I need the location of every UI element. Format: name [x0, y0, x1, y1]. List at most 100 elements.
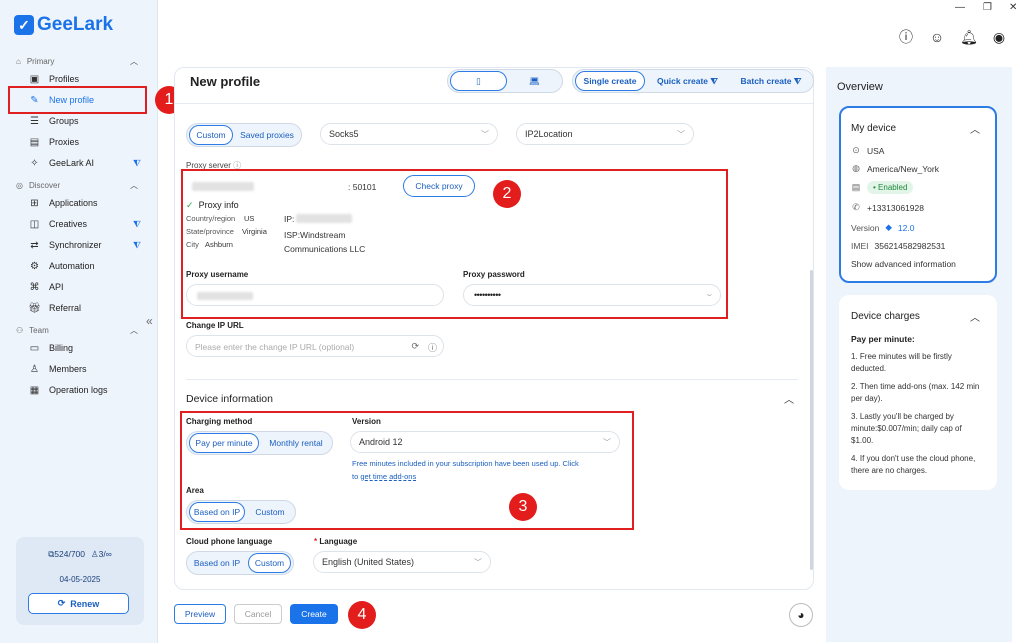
- page-title: New profile: [190, 74, 261, 89]
- change-ip-input[interactable]: Please enter the change IP URL (optional…: [186, 335, 444, 357]
- info-icon[interactable]: ⓘ: [428, 341, 437, 354]
- sidebar-item-groups[interactable]: ☰ Groups: [29, 112, 141, 130]
- cloud-phone-language-label: Cloud phone language: [186, 537, 273, 546]
- annotation-badge-4: 4: [348, 601, 376, 629]
- device-country: ⊙ USA: [852, 145, 885, 156]
- annotation-badge-3: 3: [509, 493, 537, 521]
- language-based-on-ip[interactable]: Based on IP: [189, 553, 245, 573]
- funnel-icon: ⧨: [710, 75, 718, 86]
- minimize-icon[interactable]: —: [955, 2, 965, 13]
- logs-icon: ▦: [29, 384, 40, 396]
- collapse-section-icon[interactable]: ︿: [784, 391, 794, 406]
- automation-icon: ⚙: [30, 260, 39, 272]
- device-timezone: ◍ America/New_York: [852, 163, 939, 174]
- proxy-protocol-select[interactable]: Socks5 ﹀: [320, 123, 498, 145]
- section-primary[interactable]: ⌂ Primary ︿: [16, 56, 138, 67]
- funnel-icon: ⧨: [132, 218, 141, 229]
- charges-item-4: 4. If you don't use the cloud phone, the…: [851, 454, 976, 475]
- phone-view-tab[interactable]: ▯: [450, 71, 507, 91]
- sidebar-item-referral[interactable]: 🎁︎ Referral: [28, 299, 141, 317]
- chevron-up-icon: ︿: [130, 326, 138, 335]
- geelark-logo: ✓ GeeLark: [14, 14, 113, 36]
- language-custom[interactable]: Custom: [248, 553, 291, 573]
- globe-icon: ◍: [852, 163, 860, 173]
- annotation-box-1: [8, 86, 147, 114]
- annotation-badge-2: 2: [493, 180, 521, 208]
- proxy-icon: ▤: [29, 136, 40, 148]
- members-icon: ♙: [30, 363, 39, 375]
- bell-icon[interactable]: 🔔︎: [960, 28, 978, 46]
- ip-checker-select[interactable]: IP2Location ﹀: [516, 123, 694, 145]
- android-icon: ◆: [885, 222, 892, 232]
- renew-button[interactable]: ⟳ Renew: [28, 593, 129, 614]
- cancel-button[interactable]: Cancel: [234, 604, 282, 624]
- logo-mark-icon: ✓: [14, 15, 34, 35]
- sidebar-item-synchronizer[interactable]: ⇄ Synchronizer ⧨: [29, 236, 141, 254]
- section-discover[interactable]: ◎ Discover ︿: [16, 180, 138, 191]
- app-name: GeeLark: [37, 14, 114, 35]
- sidebar-item-creatives[interactable]: ◫ Creatives ⧨: [29, 215, 141, 233]
- section-team[interactable]: ⚇ Team ︿: [16, 325, 138, 336]
- creatives-icon: ◫: [29, 218, 40, 230]
- sidebar-item-billing[interactable]: ▭ Billing: [29, 339, 141, 357]
- close-window-icon[interactable]: ✕: [1009, 2, 1017, 13]
- location-icon: ⊙: [852, 145, 860, 155]
- collapse-device-icon[interactable]: ︿: [970, 121, 980, 136]
- user-avatar-icon[interactable]: ◉: [990, 28, 1008, 46]
- device-info-title: Device information: [186, 393, 273, 405]
- refresh-icon[interactable]: ⟳: [411, 341, 419, 352]
- device-charges-title: Device charges: [851, 311, 920, 322]
- tab-batch-create[interactable]: Batch create ⧨: [732, 71, 810, 91]
- language-select[interactable]: English (United States) ﹀: [313, 551, 491, 573]
- proxy-type-custom[interactable]: Custom: [189, 125, 233, 145]
- annotation-box-2: [181, 169, 728, 319]
- tab-quick-create[interactable]: Quick create ⧨: [650, 71, 725, 91]
- home-icon: ⌂: [16, 57, 21, 66]
- support-icon[interactable]: ☺: [928, 28, 946, 46]
- preview-button[interactable]: Preview: [174, 604, 226, 624]
- tab-single-create[interactable]: Single create: [575, 71, 645, 91]
- help-icon[interactable]: ⓘ: [897, 28, 915, 46]
- show-advanced-link[interactable]: Show advanced information: [851, 259, 956, 269]
- device-phone: ✆ +13313061928: [852, 202, 924, 213]
- sidebar-item-automation[interactable]: ⚙ Automation: [29, 257, 141, 275]
- chevron-up-icon: ︿: [130, 57, 138, 66]
- laptop-icon: 💻︎: [529, 75, 540, 86]
- sidebar-item-members[interactable]: ♙ Members: [29, 360, 141, 378]
- plan-date: 04-05-2025: [59, 575, 101, 584]
- members-count-icon: ♙: [91, 549, 99, 559]
- plan-box: ⧉524/700 ♙3/∞ 04-05-2025 ⟳ Renew: [16, 537, 144, 625]
- discover-icon: ◎: [16, 181, 23, 190]
- scrollbar[interactable]: [810, 270, 813, 570]
- device-imei: IMEI 356214582982531: [851, 241, 946, 251]
- sidebar-item-proxies[interactable]: ▤ Proxies: [29, 133, 141, 151]
- proxy-type-saved[interactable]: Saved proxies: [236, 125, 298, 145]
- sidebar-item-applications[interactable]: ⊞ Applications: [29, 194, 141, 212]
- section-divider: [186, 379, 798, 380]
- enabled-badge: • Enabled: [867, 181, 914, 194]
- charges-item-2: 2. Then time add-ons (max. 142 min per d…: [851, 382, 980, 403]
- billing-icon: ▭: [29, 342, 40, 354]
- language-label: * Language: [314, 537, 358, 546]
- restore-icon[interactable]: ❐: [983, 2, 992, 13]
- profiles-icon: ▣: [29, 73, 40, 85]
- gift-icon: 🎁︎: [28, 302, 41, 314]
- assistant-icon[interactable]: ◕: [789, 603, 813, 627]
- team-icon: ⚇: [16, 326, 24, 335]
- collapse-charges-icon[interactable]: ︿: [970, 309, 980, 324]
- sidebar-item-operation-logs[interactable]: ▦ Operation logs: [29, 381, 141, 399]
- charges-item-1: 1. Free minutes will be firstly deducted…: [851, 352, 952, 373]
- collapse-sidebar-icon[interactable]: «: [146, 314, 153, 328]
- funnel-icon: ⧨: [132, 239, 141, 250]
- profiles-count: ⧉524/700: [48, 549, 86, 559]
- my-device-title: My device: [851, 123, 897, 134]
- sidebar-item-api[interactable]: ⌘ API: [29, 278, 141, 296]
- device-version: Version ◆ 12.0: [851, 222, 915, 233]
- charges-item-3: 3. Lastly you'll be charged by minute:$0…: [851, 412, 962, 445]
- sidebar-item-geelark-ai[interactable]: ✧ GeeLark AI ⧨: [29, 154, 141, 172]
- desktop-view-tab[interactable]: 💻︎: [508, 71, 561, 91]
- phone-icon: ▯: [476, 75, 481, 86]
- create-button[interactable]: Create: [290, 604, 338, 624]
- list-icon: ☰: [30, 115, 39, 127]
- sync-icon: ⇄: [30, 239, 39, 251]
